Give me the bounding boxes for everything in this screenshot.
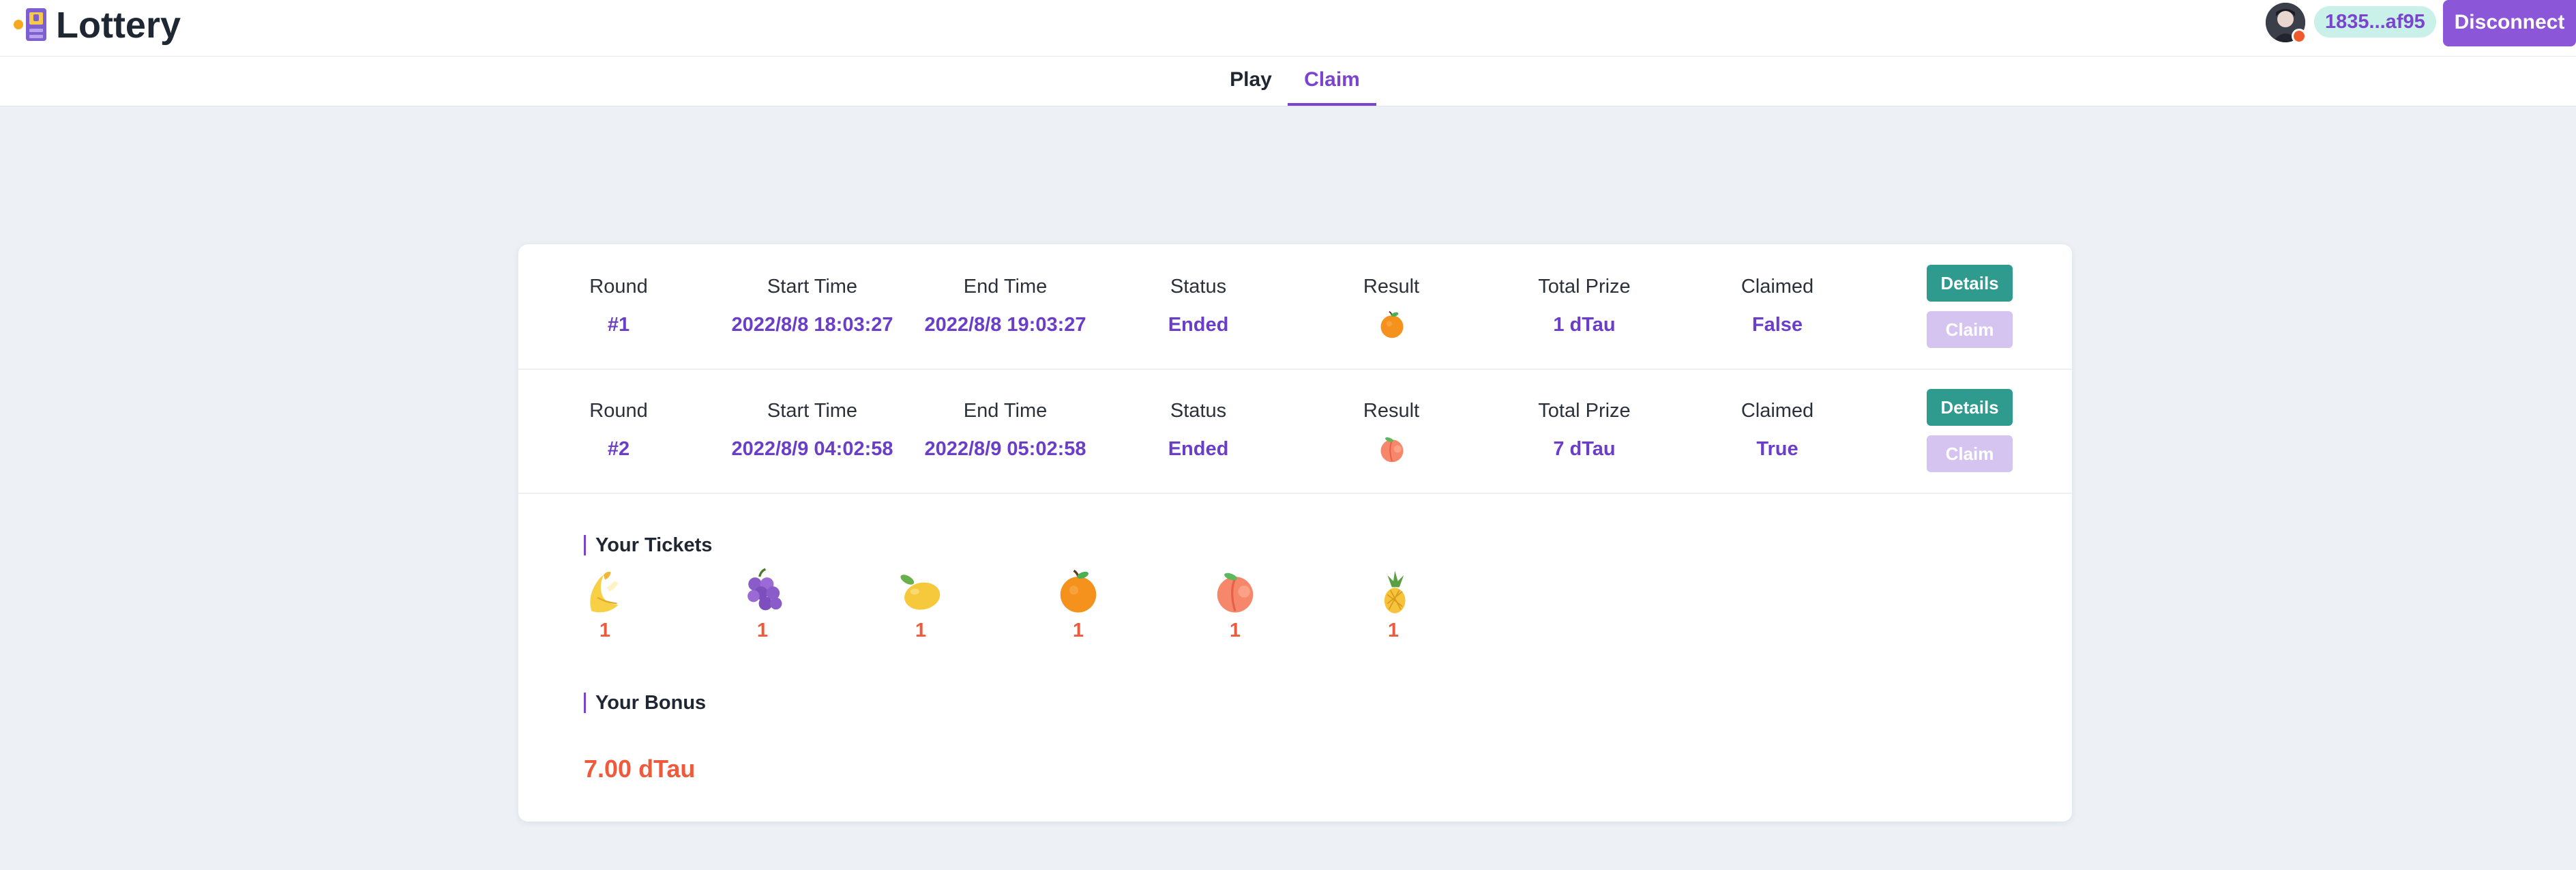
claimed-value: True xyxy=(1756,438,1798,460)
details-button[interactable]: Details xyxy=(1927,265,2013,302)
status-label: Status xyxy=(1170,400,1227,422)
ticket-item: 1 xyxy=(887,568,955,642)
round-label: Round xyxy=(589,400,648,422)
total-prize-value: 1 dTau xyxy=(1553,314,1616,336)
ticket-item: 1 xyxy=(728,568,797,642)
end-time-value: 2022/8/8 19:03:27 xyxy=(924,314,1086,336)
round-number: #1 xyxy=(607,314,630,336)
peach-icon xyxy=(1211,568,1259,615)
bonus-value: 7.00 dTau xyxy=(584,755,696,783)
start-time-label: Start Time xyxy=(767,276,858,298)
end-time-label: End Time xyxy=(963,400,1048,422)
orange-icon xyxy=(1054,568,1102,615)
ticket-count: 1 xyxy=(599,620,611,641)
orange-icon xyxy=(1377,310,1407,340)
ticket-item: 1 xyxy=(1044,568,1112,642)
lemon-icon xyxy=(897,568,945,615)
status-dot-icon xyxy=(2292,29,2307,44)
start-time-value: 2022/8/9 04:02:58 xyxy=(731,438,893,460)
disconnect-button[interactable]: Disconnect xyxy=(2443,0,2576,46)
bonus-heading: Your Bonus xyxy=(584,693,706,713)
ticket-count: 1 xyxy=(1229,620,1241,641)
banana-icon xyxy=(581,568,629,615)
round-label: Round xyxy=(589,276,648,298)
app-title: Lottery xyxy=(56,5,181,46)
round-number: #2 xyxy=(607,438,630,460)
total-prize-label: Total Prize xyxy=(1538,276,1631,298)
ticket-count: 1 xyxy=(756,620,769,641)
end-time-value: 2022/8/9 05:02:58 xyxy=(924,438,1086,460)
ticket-count: 1 xyxy=(1072,620,1084,641)
grape-icon xyxy=(739,568,786,615)
status-label: Status xyxy=(1170,276,1227,298)
claim-button[interactable]: Claim xyxy=(1927,311,2013,348)
end-time-label: End Time xyxy=(963,276,1048,298)
ticket-item: 1 xyxy=(1201,568,1269,642)
claimed-label: Claimed xyxy=(1741,276,1814,298)
round-row: Round #1 Start Time 2022/8/8 18:03:27 En… xyxy=(518,244,2072,370)
details-button[interactable]: Details xyxy=(1927,389,2013,426)
result-label: Result xyxy=(1363,276,1420,298)
claim-card: Round #1 Start Time 2022/8/8 18:03:27 En… xyxy=(518,244,2072,822)
pineapple-icon xyxy=(1370,568,1417,615)
claimed-value: False xyxy=(1751,314,1803,336)
result-label: Result xyxy=(1363,400,1420,422)
tickets-heading: Your Tickets xyxy=(584,535,712,555)
status-value: Ended xyxy=(1168,314,1229,336)
claimed-label: Claimed xyxy=(1741,400,1814,422)
ticket-item: 1 xyxy=(1359,568,1427,642)
tab-claim[interactable]: Claim xyxy=(1288,57,1376,106)
wallet-address-badge[interactable]: 1835...af95 xyxy=(2314,6,2436,38)
tab-bar: Play Claim xyxy=(0,57,2576,106)
lottery-logo-icon xyxy=(14,8,46,41)
start-time-value: 2022/8/8 18:03:27 xyxy=(731,314,893,336)
round-row: Round #2 Start Time 2022/8/9 04:02:58 En… xyxy=(518,368,2072,494)
total-prize-label: Total Prize xyxy=(1538,400,1631,422)
ticket-item: 1 xyxy=(571,568,639,642)
top-header: Lottery 1835...af95 Disconnect xyxy=(0,0,2576,57)
claim-button[interactable]: Claim xyxy=(1927,435,2013,472)
ticket-count: 1 xyxy=(1387,620,1400,641)
start-time-label: Start Time xyxy=(767,400,858,422)
total-prize-value: 7 dTau xyxy=(1553,438,1616,460)
status-value: Ended xyxy=(1168,438,1229,460)
tab-play[interactable]: Play xyxy=(1221,57,1281,106)
peach-icon xyxy=(1377,434,1407,464)
ticket-count: 1 xyxy=(915,620,927,641)
